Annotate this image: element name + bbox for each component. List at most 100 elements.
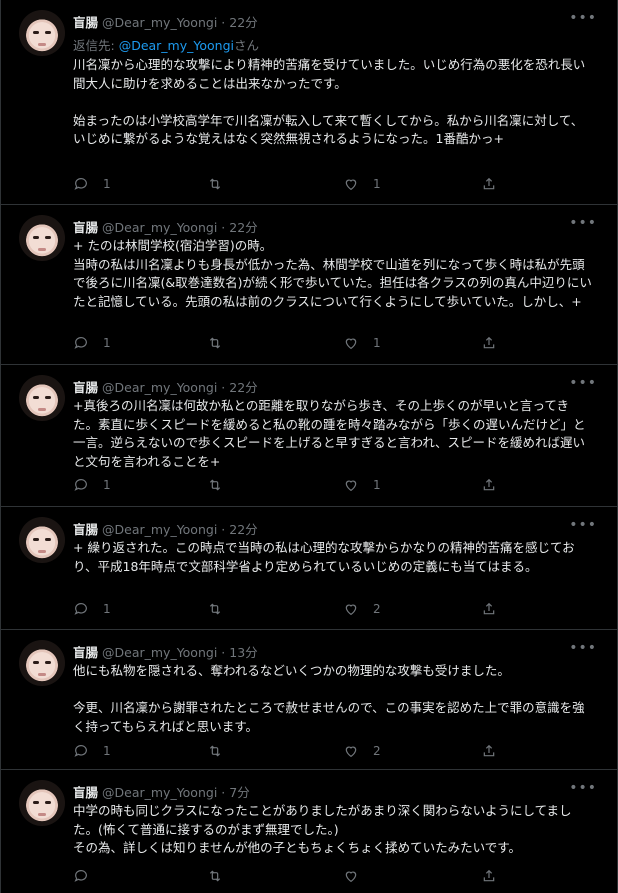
reply-button[interactable]: 1 <box>73 601 111 617</box>
tweet-actions: 1 2 <box>73 743 513 763</box>
more-icon[interactable]: ••• <box>569 375 597 391</box>
retweet-icon <box>209 745 221 757</box>
reply-button[interactable]: 1 <box>73 176 111 192</box>
share-button[interactable] <box>481 868 497 884</box>
separator-dot: · <box>221 220 226 235</box>
avatar[interactable] <box>19 780 65 826</box>
display-name[interactable]: 盲腸 <box>73 785 98 800</box>
tweet[interactable]: 盲腸 @Dear_my_Yoongi · 22分 ••• 返信先: @Dear_… <box>1 0 617 205</box>
reply-to-suffix: さん <box>233 38 259 53</box>
like-button[interactable] <box>343 868 373 884</box>
reply-icon <box>74 870 87 882</box>
tweet-header: 盲腸 @Dear_my_Yoongi · 22分 <box>73 519 258 538</box>
avatar[interactable] <box>19 10 65 56</box>
tweet[interactable]: 盲腸 @Dear_my_Yoongi · 22分 ••• + 繰り返された。この… <box>1 507 617 630</box>
user-handle[interactable]: @Dear_my_Yoongi <box>102 15 217 30</box>
user-handle[interactable]: @Dear_my_Yoongi <box>102 645 217 660</box>
reply-icon <box>74 745 87 757</box>
share-button[interactable] <box>481 176 497 192</box>
timestamp[interactable]: 13分 <box>229 645 257 660</box>
retweet-icon <box>209 337 221 349</box>
separator-dot: · <box>221 785 226 800</box>
user-handle[interactable]: @Dear_my_Yoongi <box>102 785 217 800</box>
like-count: 1 <box>373 478 381 492</box>
timestamp[interactable]: 22分 <box>229 380 257 395</box>
more-icon[interactable]: ••• <box>569 215 597 231</box>
retweet-button[interactable] <box>207 477 237 493</box>
retweet-button[interactable] <box>207 601 237 617</box>
retweet-icon <box>209 479 221 491</box>
timestamp[interactable]: 22分 <box>229 522 257 537</box>
reply-count: 1 <box>103 478 111 492</box>
user-handle[interactable]: @Dear_my_Yoongi <box>102 220 217 235</box>
tweet-header: 盲腸 @Dear_my_Yoongi · 7分 <box>73 782 250 801</box>
tweet-actions: 1 1 <box>73 335 513 355</box>
retweet-button[interactable] <box>207 335 237 351</box>
separator-dot: · <box>221 522 226 537</box>
retweet-button[interactable] <box>207 176 237 192</box>
tweet-thread: 盲腸 @Dear_my_Yoongi · 22分 ••• 返信先: @Dear_… <box>0 0 618 893</box>
reply-button[interactable]: 1 <box>73 743 111 759</box>
tweet-text: + 繰り返された。この時点で当時の私は心理的な攻撃からかなりの精神的苦痛を感じて… <box>73 540 575 574</box>
share-icon <box>483 744 495 757</box>
more-icon[interactable]: ••• <box>569 780 597 796</box>
reply-button[interactable] <box>73 868 103 884</box>
reply-button[interactable]: 1 <box>73 477 111 493</box>
tweet-text: + たのは林間学校(宿泊学習)の時。 当時の私は川名凜よりも身長が低かった為、林… <box>73 238 592 309</box>
like-button[interactable]: 1 <box>343 477 381 493</box>
tweet-text: +真後ろの川名凜は何故か私との距離を取りながら歩き、その上歩くのが早いと言ってき… <box>73 398 586 469</box>
like-count: 2 <box>373 602 381 616</box>
tweet-header: 盲腸 @Dear_my_Yoongi · 22分 <box>73 12 258 31</box>
tweet-actions: 1 2 <box>73 601 513 621</box>
share-button[interactable] <box>481 477 497 493</box>
like-button[interactable]: 2 <box>343 743 381 759</box>
timestamp[interactable]: 22分 <box>229 15 257 30</box>
tweet-actions: 1 1 <box>73 477 513 497</box>
share-button[interactable] <box>481 335 497 351</box>
retweet-button[interactable] <box>207 868 237 884</box>
timestamp[interactable]: 7分 <box>229 785 249 800</box>
tweet[interactable]: 盲腸 @Dear_my_Yoongi · 22分 ••• + たのは林間学校(宿… <box>1 205 617 365</box>
tweet[interactable]: 盲腸 @Dear_my_Yoongi · 7分 ••• 中学の時も同じクラスにな… <box>1 770 617 893</box>
tweet[interactable]: 盲腸 @Dear_my_Yoongi · 13分 ••• 他にも私物を隠される、… <box>1 630 617 770</box>
avatar[interactable] <box>19 375 65 421</box>
retweet-icon <box>209 178 221 190</box>
display-name[interactable]: 盲腸 <box>73 380 98 395</box>
like-button[interactable]: 1 <box>343 335 381 351</box>
user-handle[interactable]: @Dear_my_Yoongi <box>102 522 217 537</box>
heart-icon <box>345 338 357 350</box>
tweet-header: 盲腸 @Dear_my_Yoongi · 22分 <box>73 377 258 396</box>
more-icon[interactable]: ••• <box>569 517 597 533</box>
display-name[interactable]: 盲腸 <box>73 522 98 537</box>
display-name[interactable]: 盲腸 <box>73 220 98 235</box>
heart-icon <box>345 871 357 883</box>
reply-count: 1 <box>103 336 111 350</box>
reply-to-prefix: 返信先: <box>73 38 119 53</box>
share-button[interactable] <box>481 601 497 617</box>
avatar[interactable] <box>19 640 65 686</box>
heart-icon <box>345 480 357 492</box>
like-button[interactable]: 2 <box>343 601 381 617</box>
reply-button[interactable]: 1 <box>73 335 111 351</box>
reply-mention-link[interactable]: @Dear_my_Yoongi <box>119 38 234 53</box>
user-handle[interactable]: @Dear_my_Yoongi <box>102 380 217 395</box>
more-icon[interactable]: ••• <box>569 640 597 656</box>
reply-icon <box>74 603 87 615</box>
more-icon[interactable]: ••• <box>569 10 597 26</box>
avatar[interactable] <box>19 215 65 261</box>
timestamp[interactable]: 22分 <box>229 220 257 235</box>
display-name[interactable]: 盲腸 <box>73 15 98 30</box>
retweet-button[interactable] <box>207 743 237 759</box>
like-button[interactable]: 1 <box>343 176 381 192</box>
tweet-actions: 1 1 <box>73 176 513 196</box>
display-name[interactable]: 盲腸 <box>73 645 98 660</box>
tweet[interactable]: 盲腸 @Dear_my_Yoongi · 22分 ••• +真後ろの川名凜は何故… <box>1 365 617 507</box>
tweet-actions <box>73 868 513 888</box>
reply-count: 1 <box>103 177 111 191</box>
share-button[interactable] <box>481 743 497 759</box>
retweet-icon <box>209 603 221 615</box>
tweet-text: 中学の時も同じクラスになったことがありましたがあまり深く関わらないようにしてまし… <box>73 803 572 856</box>
avatar[interactable] <box>19 517 65 563</box>
retweet-icon <box>209 870 221 882</box>
separator-dot: · <box>221 15 226 30</box>
